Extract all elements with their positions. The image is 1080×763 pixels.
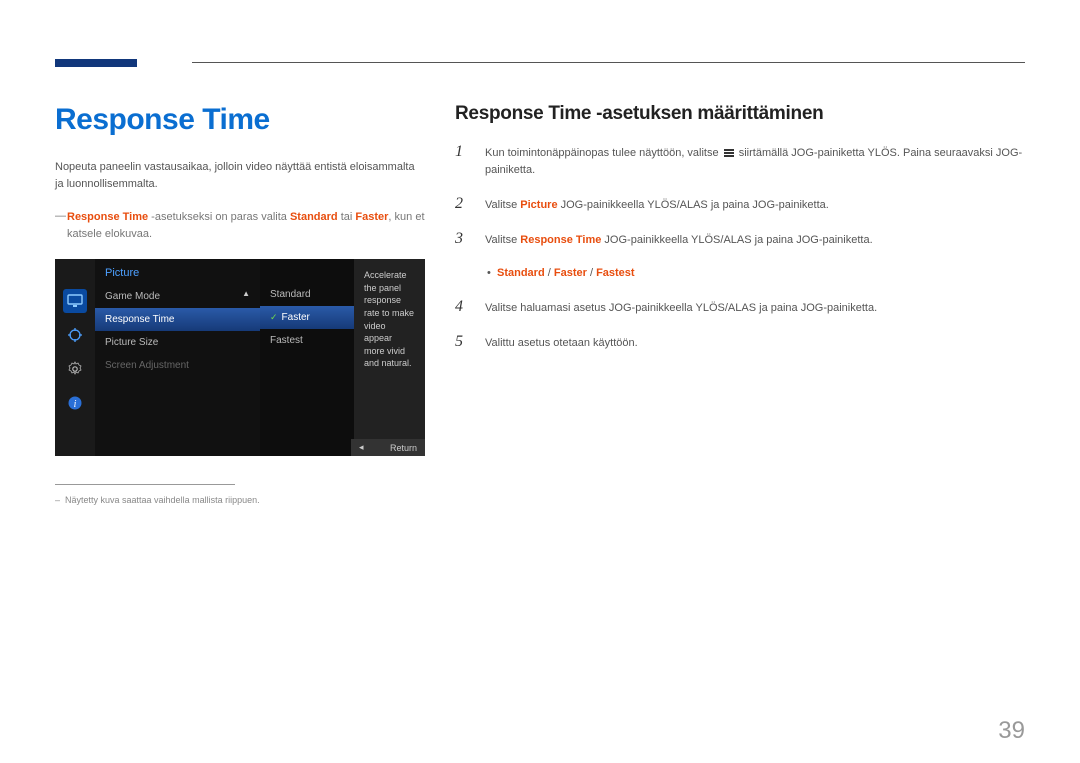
subsection-title: Response Time -asetuksen määrittäminen (455, 103, 1025, 125)
note-highlight-3: Faster (355, 211, 388, 223)
footnote-divider (55, 484, 235, 485)
left-column: Response Time Nopeuta paneelin vastausai… (55, 103, 425, 505)
footnote-text: Näytetty kuva saattaa vaihdella mallista… (55, 495, 425, 505)
osd-item-screen-adjustment: Screen Adjustment (95, 354, 260, 377)
steps-list: 1 Kun toimintonäppäinopas tulee näyttöön… (455, 143, 1025, 352)
osd-return-label: Return (390, 443, 417, 453)
section-title: Response Time (55, 103, 425, 137)
right-column: Response Time -asetuksen määrittäminen 1… (455, 103, 1025, 505)
osd-item-response-time: Response Time (95, 308, 260, 331)
step-options: Standard / Faster / Fastest (455, 265, 1025, 282)
header-accent-bar (55, 59, 137, 67)
intro-paragraph: Nopeuta paneelin vastausaikaa, jolloin v… (55, 159, 425, 193)
target-icon (63, 323, 87, 347)
step-1: 1 Kun toimintonäppäinopas tulee näyttöön… (455, 143, 1025, 179)
gear-icon (63, 357, 87, 381)
page-number: 39 (998, 717, 1025, 745)
note-highlight-1: Response Time (67, 211, 148, 223)
step-5: 5 Valittu asetus otetaan käyttöön. (455, 333, 1025, 352)
osd-sub-standard: Standard (260, 283, 354, 306)
menu-icon (724, 149, 734, 157)
step2-highlight: Picture (520, 199, 557, 211)
back-arrow-icon: ◂ (359, 442, 364, 453)
note-highlight-2: Standard (290, 211, 338, 223)
options-bullet: Standard / Faster / Fastest (485, 267, 635, 279)
osd-item-picture-size: Picture Size (95, 331, 260, 354)
osd-sub-faster: Faster (260, 306, 354, 329)
note-paragraph: Response Time -asetukseksi on paras vali… (55, 209, 425, 243)
header-rule (55, 53, 1025, 73)
step-number: 4 (455, 298, 469, 316)
info-icon: i (63, 391, 87, 415)
osd-sub-fastest: Fastest (260, 329, 354, 352)
osd-footer: ◂ Return (351, 439, 425, 456)
step-4: 4 Valitse haluamasi asetus JOG-painikkee… (455, 298, 1025, 317)
step-number: 2 (455, 195, 469, 213)
monitor-icon (63, 289, 87, 313)
step-number: 1 (455, 143, 469, 161)
osd-main-menu: Picture Game Mode▲ Response Time Picture… (95, 259, 260, 456)
osd-submenu: Standard Faster Fastest (260, 259, 354, 456)
step3-highlight: Response Time (520, 234, 601, 246)
header-divider (192, 62, 1025, 63)
osd-screenshot: i Picture Game Mode▲ Response Time Pictu… (55, 259, 425, 456)
osd-icon-rail: i (55, 259, 95, 456)
manual-page: Response Time Nopeuta paneelin vastausai… (0, 0, 1080, 505)
step-number: 3 (455, 230, 469, 248)
step-3: 3 Valitse Response Time JOG-painikkeella… (455, 230, 1025, 249)
svg-text:i: i (74, 399, 77, 410)
step-number: 5 (455, 333, 469, 351)
osd-description: Accelerate the panel response rate to ma… (354, 259, 425, 456)
osd-menu-title: Picture (95, 259, 260, 285)
osd-item-game-mode: Game Mode▲ (95, 285, 260, 308)
step-2: 2 Valitse Picture JOG-painikkeella YLÖS/… (455, 195, 1025, 214)
